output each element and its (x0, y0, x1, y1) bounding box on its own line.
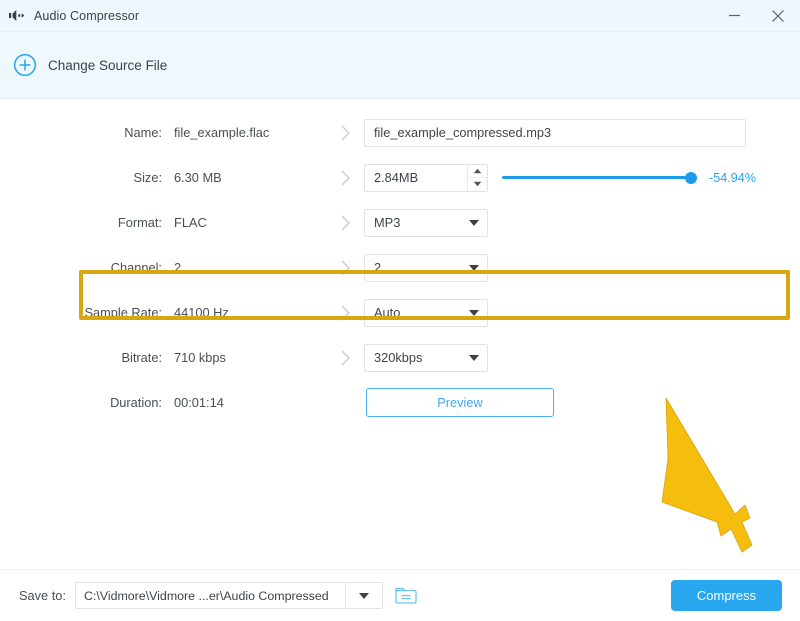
chevron-right-icon (326, 259, 364, 277)
row-size: Size: 6.30 MB 2.84MB (0, 155, 800, 200)
row-sample-rate-label: Sample Rate: (0, 305, 174, 320)
row-sample-rate-control: Auto (364, 299, 800, 327)
slider-thumb[interactable] (685, 172, 697, 184)
row-duration-label: Duration: (0, 395, 174, 410)
row-format-control: MP3 (364, 209, 800, 237)
change-source-bar: Change Source File (0, 32, 800, 99)
row-sample-rate-original: 44100 Hz (174, 305, 326, 320)
row-size-original: 6.30 MB (174, 170, 326, 185)
chevron-down-icon (469, 310, 479, 316)
bitrate-select[interactable]: 320kbps (364, 344, 488, 372)
format-select-value: MP3 (374, 215, 400, 230)
row-channel-label: Channel: (0, 260, 174, 275)
row-duration-original: 00:01:14 (174, 395, 326, 410)
channel-select[interactable]: 2 (364, 254, 488, 282)
close-button[interactable] (756, 0, 800, 31)
window-controls (712, 0, 800, 31)
row-size-label: Size: (0, 170, 174, 185)
size-slider[interactable] (502, 171, 697, 185)
bitrate-select-value: 320kbps (374, 350, 422, 365)
chevron-right-icon (326, 169, 364, 187)
row-bitrate-original: 710 kbps (174, 350, 326, 365)
channel-select-value: 2 (374, 260, 381, 275)
format-select[interactable]: MP3 (364, 209, 488, 237)
minimize-button[interactable] (712, 0, 756, 31)
row-bitrate-control: 320kbps (364, 344, 800, 372)
compress-button[interactable]: Compress (671, 580, 782, 611)
window-title: Audio Compressor (34, 9, 139, 23)
row-duration: Duration: 00:01:14 Preview (0, 380, 800, 425)
stepper-down-icon[interactable] (468, 178, 487, 191)
sample-rate-select[interactable]: Auto (364, 299, 488, 327)
row-size-control: 2.84MB -54.94% (364, 164, 800, 192)
chevron-down-icon (469, 265, 479, 271)
row-format-label: Format: (0, 215, 174, 230)
row-duration-control: Preview (364, 388, 800, 417)
target-size-stepper[interactable]: 2.84MB (364, 164, 488, 192)
row-format-original: FLAC (174, 215, 326, 230)
footer-bar: Save to: C:\Vidmore\Vidmore ...er\Audio … (0, 569, 800, 621)
plus-circle-icon[interactable] (13, 53, 37, 77)
speaker-icon (9, 9, 26, 22)
sample-rate-select-value: Auto (374, 305, 400, 320)
folder-open-icon[interactable] (393, 585, 419, 606)
output-path-field[interactable]: C:\Vidmore\Vidmore ...er\Audio Compresse… (75, 582, 383, 609)
compression-percent: -54.94% (709, 171, 756, 185)
row-bitrate-label: Bitrate: (0, 350, 174, 365)
chevron-right-icon (326, 124, 364, 142)
chevron-down-icon (469, 220, 479, 226)
row-name-control: file_example_compressed.mp3 (364, 119, 800, 147)
stepper-up-icon[interactable] (468, 165, 487, 179)
row-channel-control: 2 (364, 254, 800, 282)
stepper-buttons (467, 165, 487, 191)
chevron-down-icon (469, 355, 479, 361)
row-sample-rate: Sample Rate: 44100 Hz Auto (0, 290, 800, 335)
title-bar: Audio Compressor (0, 0, 800, 32)
row-bitrate: Bitrate: 710 kbps 320kbps (0, 335, 800, 380)
main-panel: Name: file_example.flac file_example_com… (0, 99, 800, 571)
output-path-value: C:\Vidmore\Vidmore ...er\Audio Compresse… (76, 589, 345, 603)
save-to-label: Save to: (19, 588, 66, 603)
row-format: Format: FLAC MP3 (0, 200, 800, 245)
row-name-original: file_example.flac (174, 125, 326, 140)
chevron-down-icon[interactable] (345, 583, 382, 608)
slider-track (502, 176, 697, 179)
row-name: Name: file_example.flac file_example_com… (0, 110, 800, 155)
settings-form: Name: file_example.flac file_example_com… (0, 99, 800, 425)
target-size-value: 2.84MB (365, 170, 467, 185)
row-name-label: Name: (0, 125, 174, 140)
row-channel: Channel: 2 2 (0, 245, 800, 290)
row-channel-original: 2 (174, 260, 326, 275)
change-source-file-button[interactable]: Change Source File (48, 58, 167, 73)
preview-button[interactable]: Preview (366, 388, 554, 417)
output-filename-input[interactable]: file_example_compressed.mp3 (364, 119, 746, 147)
chevron-right-icon (326, 214, 364, 232)
chevron-right-icon (326, 349, 364, 367)
chevron-right-icon (326, 304, 364, 322)
